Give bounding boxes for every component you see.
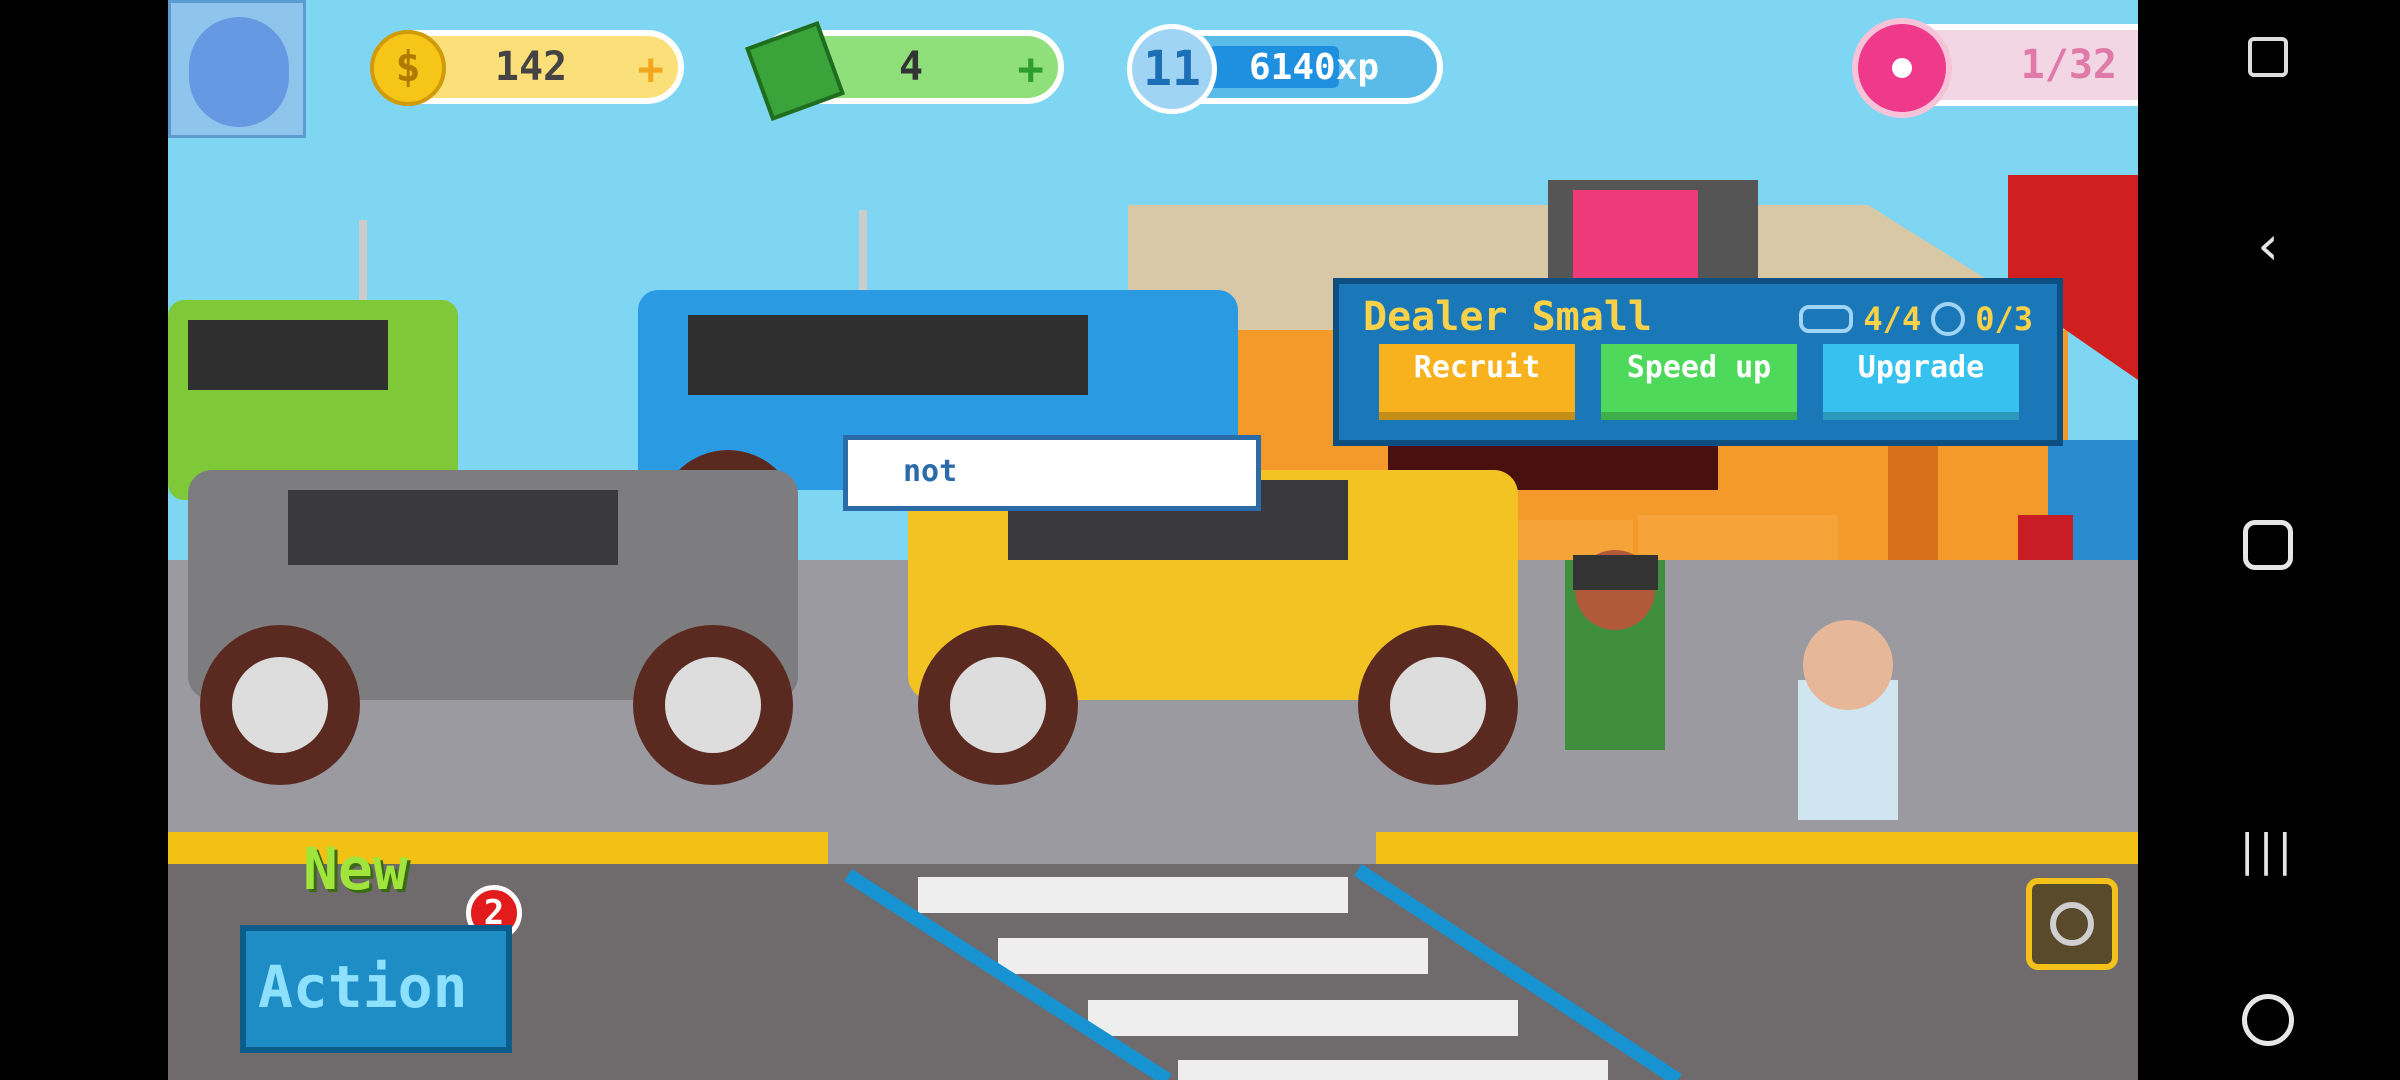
back-icon: ‹ bbox=[2257, 213, 2279, 277]
dealer-title: Dealer Small bbox=[1363, 294, 1652, 340]
people-icon bbox=[1931, 302, 1966, 336]
settings-wrench-button[interactable] bbox=[2026, 878, 2118, 970]
game-controller-button[interactable] bbox=[2233, 985, 2303, 1055]
home-button[interactable] bbox=[2233, 510, 2303, 580]
action-button[interactable]: Action bbox=[240, 925, 512, 1053]
xp-bar: 11 6140xp bbox=[1127, 24, 1443, 114]
screenshot-button[interactable] bbox=[2233, 22, 2303, 92]
level-number: 11 bbox=[1143, 41, 1201, 97]
game-controller-icon bbox=[2242, 994, 2294, 1046]
cash-count: 4 bbox=[898, 44, 924, 90]
car-icon bbox=[1799, 305, 1854, 333]
coin-icon: $ bbox=[370, 30, 446, 106]
system-nav-bar: ‹ ||| bbox=[2138, 0, 2400, 1080]
game-viewport[interactable]: $ 142 + 4 + 11 6140xp 1/32 not Dealer Sm… bbox=[168, 0, 2138, 1080]
recents-icon: ||| bbox=[2239, 824, 2297, 876]
dealer-car-count: 4/4 bbox=[1863, 300, 1922, 338]
recruit-button[interactable]: Recruit bbox=[1379, 344, 1575, 420]
action-label: Action bbox=[258, 953, 468, 1021]
donut-count: 1/32 bbox=[2020, 42, 2117, 88]
customer-character-1 bbox=[1565, 550, 1665, 750]
dealer-popup: Dealer Small 4/4 0/3 Recruit Speed up Up… bbox=[1333, 278, 2063, 446]
upgrade-button[interactable]: Upgrade bbox=[1823, 344, 2019, 420]
dealer-stats: 4/4 0/3 bbox=[1799, 300, 2033, 338]
wrench-icon bbox=[2050, 902, 2094, 946]
customer-character-2 bbox=[1798, 620, 1898, 820]
add-coins-button[interactable]: + bbox=[638, 44, 665, 95]
donut-counter[interactable]: 1/32 bbox=[1852, 18, 2138, 118]
xp-text: 6140xp bbox=[1249, 46, 1380, 88]
cash-counter[interactable]: 4 + bbox=[745, 21, 1064, 121]
level-badge-icon: 11 bbox=[1127, 24, 1217, 114]
back-button[interactable]: ‹ bbox=[2233, 210, 2303, 280]
dealer-staff-count: 0/3 bbox=[1975, 300, 2033, 338]
home-icon bbox=[2243, 520, 2293, 570]
speech-bubble: not bbox=[843, 435, 1261, 511]
recents-button[interactable]: ||| bbox=[2233, 815, 2303, 885]
avatar-icon bbox=[189, 17, 289, 127]
add-cash-button[interactable]: + bbox=[1018, 44, 1045, 95]
new-label: New bbox=[303, 835, 408, 903]
player-avatar[interactable] bbox=[168, 0, 306, 138]
dealership-scene bbox=[168, 0, 2138, 1080]
coin-counter[interactable]: $ 142 + bbox=[370, 30, 684, 106]
screenshot-icon bbox=[2248, 37, 2288, 77]
coin-count: 142 bbox=[494, 44, 568, 90]
speed-up-button[interactable]: Speed up bbox=[1601, 344, 1797, 420]
speech-text: not bbox=[903, 454, 958, 489]
donut-icon bbox=[1852, 18, 1952, 118]
